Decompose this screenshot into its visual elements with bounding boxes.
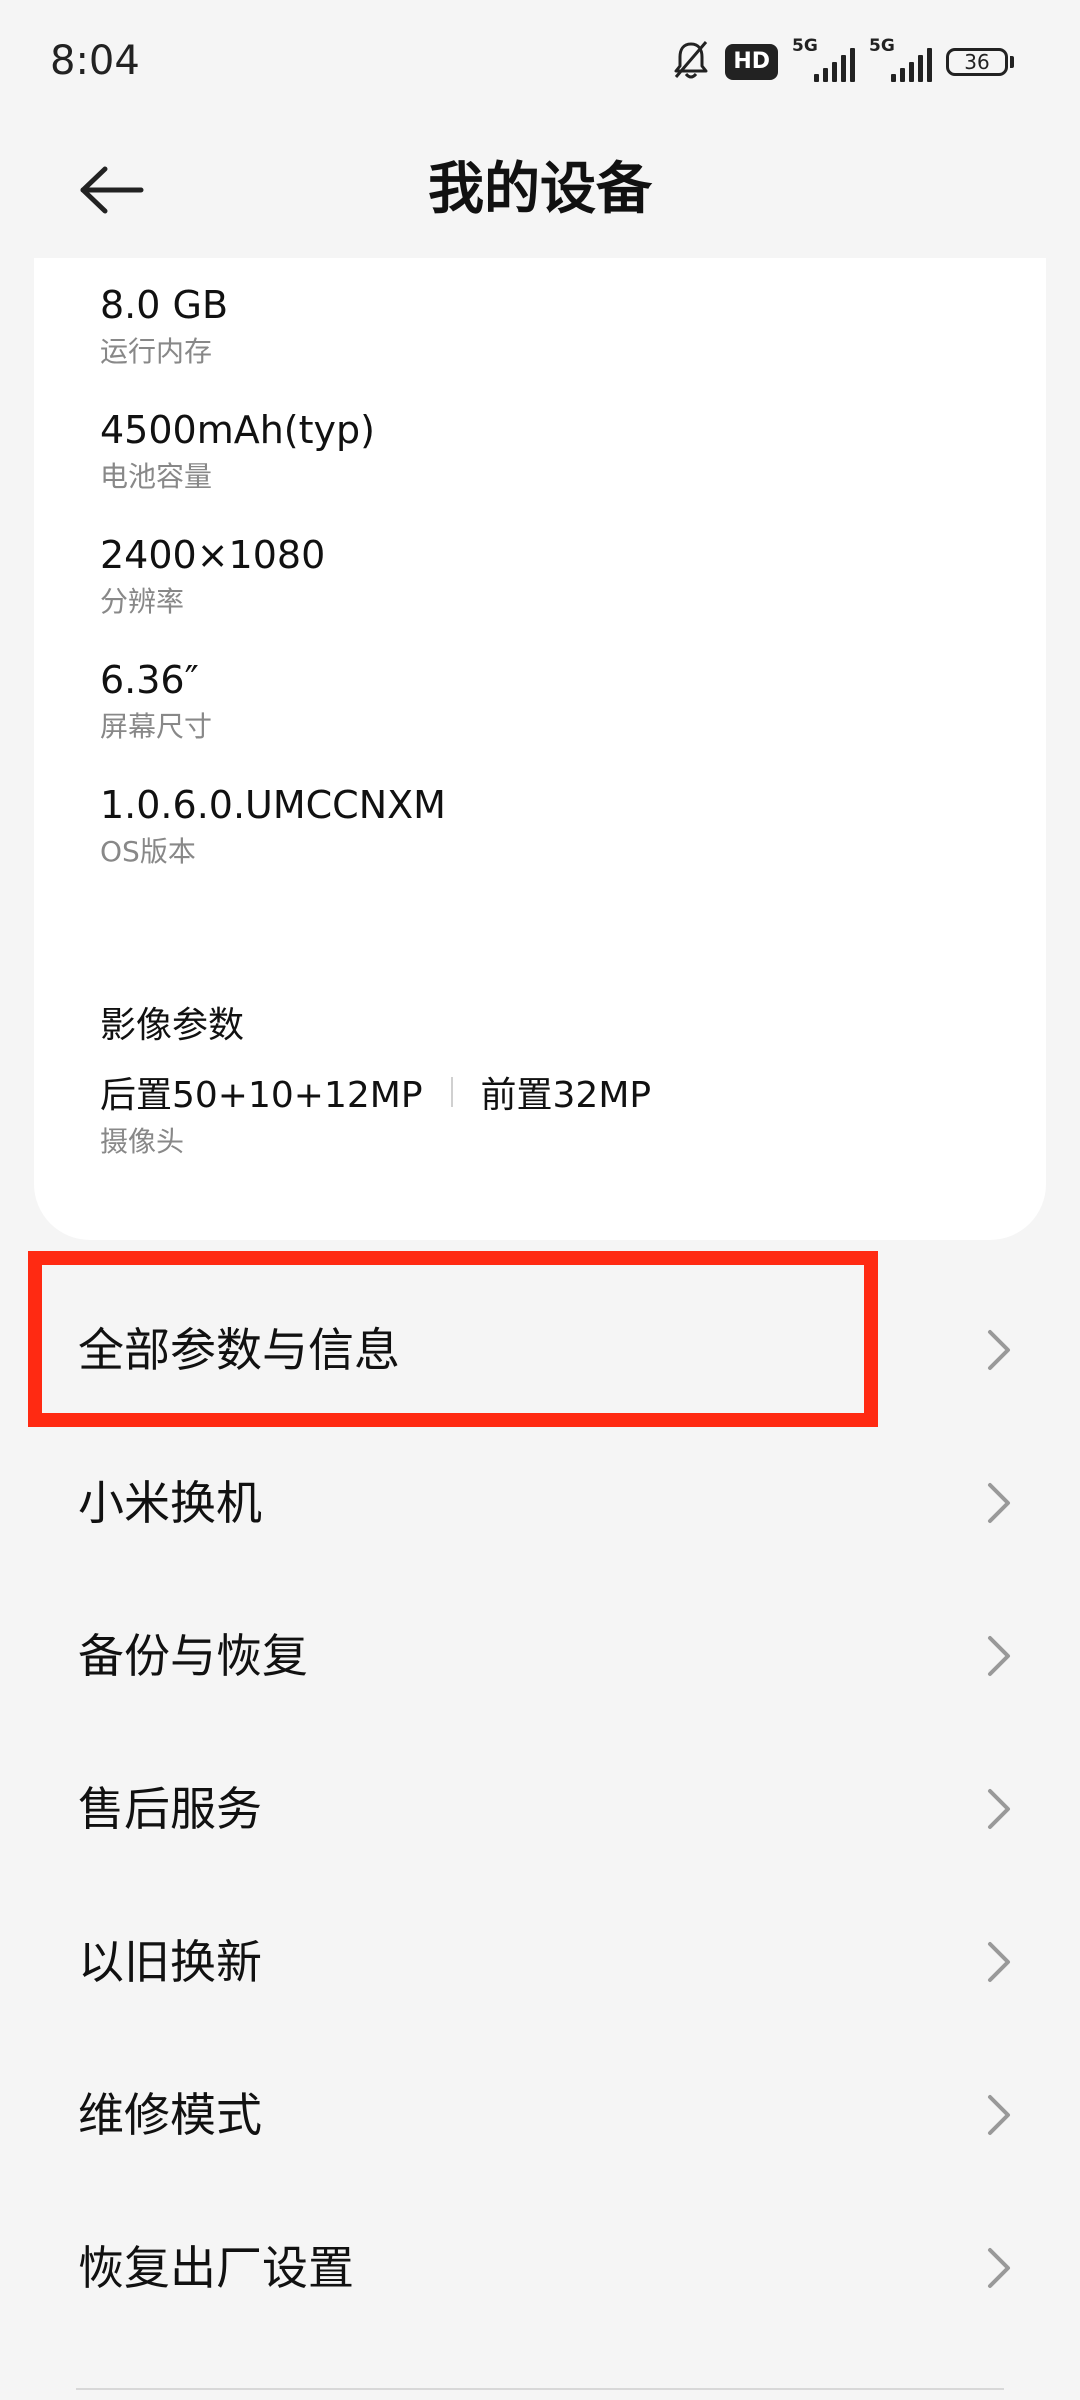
menu-item-label: 维修模式 — [78, 2088, 262, 2142]
status-icons: HD 5G 5G 36 — [671, 36, 1014, 85]
header: 我的设备 — [0, 120, 1080, 260]
signal-icon: 5G — [869, 36, 932, 82]
signal-icon: 5G — [792, 36, 855, 82]
spec-label: 分辨率 — [100, 585, 185, 618]
spec-label: OS版本 — [100, 835, 196, 868]
status-time: 8:04 — [50, 38, 140, 84]
menu-item-backup-restore[interactable]: 备份与恢复 — [0, 1581, 1080, 1731]
spec-memory: 8.0 GB 运行内存 — [100, 280, 228, 372]
network-type-label: 5G — [869, 36, 895, 56]
hd-icon: HD — [725, 44, 778, 80]
front-camera-value: 前置32MP — [480, 1075, 652, 1116]
spec-value: 4500mAh(typ) — [100, 408, 375, 452]
chevron-right-icon — [988, 1942, 1010, 1982]
spec-label: 电池容量 — [100, 460, 213, 493]
chevron-right-icon — [988, 1330, 1010, 1370]
spec-label: 屏幕尺寸 — [100, 710, 213, 743]
network-type-label: 5G — [792, 36, 818, 56]
chevron-right-icon — [988, 2248, 1010, 2288]
battery-icon: 36 — [946, 48, 1014, 76]
device-spec-card: 8.0 GB 运行内存 4500mAh(typ) 电池容量 2400×1080 … — [34, 258, 1046, 1240]
spec-value: 2400×1080 — [100, 533, 326, 577]
camera-values: 后置50+10+12MP 前置32MP — [100, 1066, 651, 1118]
menu-item-trade-in[interactable]: 以旧换新 — [0, 1887, 1080, 2037]
menu-item-mi-mover[interactable]: 小米换机 — [0, 1428, 1080, 1578]
menu-item-label: 小米换机 — [78, 1476, 262, 1530]
divider — [76, 2388, 1004, 2390]
menu-item-label: 全部参数与信息 — [78, 1323, 400, 1377]
chevron-right-icon — [988, 2095, 1010, 2135]
menu-item-after-sales[interactable]: 售后服务 — [0, 1734, 1080, 1884]
spec-value: 6.36″ — [100, 658, 199, 702]
page-title: 我的设备 — [428, 157, 652, 222]
mute-bell-icon — [671, 39, 711, 85]
spec-battery: 4500mAh(typ) 电池容量 — [100, 405, 375, 497]
spec-value: 1.0.6.0.UMCCNXM — [100, 783, 446, 827]
menu-item-repair-mode[interactable]: 维修模式 — [0, 2040, 1080, 2190]
spec-label: 运行内存 — [100, 335, 213, 368]
menu-item-label: 售后服务 — [78, 1782, 262, 1836]
spec-os-version: 1.0.6.0.UMCCNXM OS版本 — [100, 780, 446, 872]
spec-screen-size: 6.36″ 屏幕尺寸 — [100, 655, 212, 747]
menu-item-label: 恢复出厂设置 — [78, 2241, 354, 2295]
chevron-right-icon — [988, 1483, 1010, 1523]
spec-value: 8.0 GB — [100, 283, 229, 327]
rear-camera-value: 后置50+10+12MP — [100, 1075, 423, 1116]
menu-item-all-specs[interactable]: 全部参数与信息 — [0, 1275, 1080, 1425]
camera-label: 摄像头 — [100, 1125, 185, 1158]
chevron-right-icon — [988, 1789, 1010, 1829]
chevron-right-icon — [988, 1636, 1010, 1676]
battery-level: 36 — [946, 48, 1008, 76]
status-bar: 8:04 HD 5G 5G 36 — [0, 0, 1080, 120]
screen: 8:04 HD 5G 5G 36 我的设备 8.0 GB 运行内存 4500mA… — [0, 0, 1080, 2400]
divider — [450, 1077, 453, 1107]
menu-item-factory-reset[interactable]: 恢复出厂设置 — [0, 2193, 1080, 2343]
menu-item-label: 备份与恢复 — [78, 1629, 308, 1683]
camera-section-title: 影像参数 — [100, 1005, 245, 1046]
spec-resolution: 2400×1080 分辨率 — [100, 530, 325, 622]
menu-item-label: 以旧换新 — [78, 1935, 262, 1989]
